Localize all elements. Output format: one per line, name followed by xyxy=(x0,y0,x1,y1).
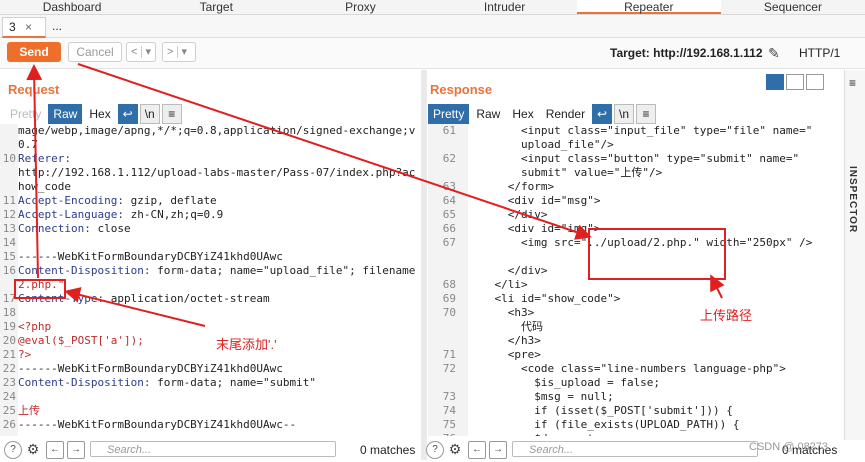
arrow-right-icon[interactable]: → xyxy=(67,441,85,459)
response-search-input[interactable]: Search... xyxy=(512,441,758,457)
annotation-arrows xyxy=(26,63,725,327)
inspector-panel[interactable]: ≡ INSPECTOR xyxy=(844,70,865,440)
arrow-to-send xyxy=(26,64,43,279)
arrow-path-note-to-box xyxy=(710,274,725,299)
help-icon[interactable]: ? xyxy=(4,441,22,459)
hamburger-icon[interactable]: ≡ xyxy=(849,76,856,90)
help-icon[interactable]: ? xyxy=(426,441,444,459)
arrow-left-icon[interactable]: ← xyxy=(468,441,486,459)
watermark: CSDN @ 08273 xyxy=(749,441,829,453)
request-search-bar: ? ⚙ ← → Search... 0 matches xyxy=(0,440,418,460)
inspector-label: INSPECTOR xyxy=(847,166,858,234)
request-match-count: 0 matches xyxy=(360,443,416,457)
arrow-annotation-to-filename xyxy=(64,287,206,327)
gear-icon[interactable]: ⚙ xyxy=(447,441,463,457)
arrow-left-icon[interactable]: ← xyxy=(46,441,64,459)
request-search-input[interactable]: Search... xyxy=(90,441,336,457)
arrow-send-to-response xyxy=(77,63,592,240)
arrow-right-icon[interactable]: → xyxy=(489,441,507,459)
gear-icon[interactable]: ⚙ xyxy=(25,441,41,457)
